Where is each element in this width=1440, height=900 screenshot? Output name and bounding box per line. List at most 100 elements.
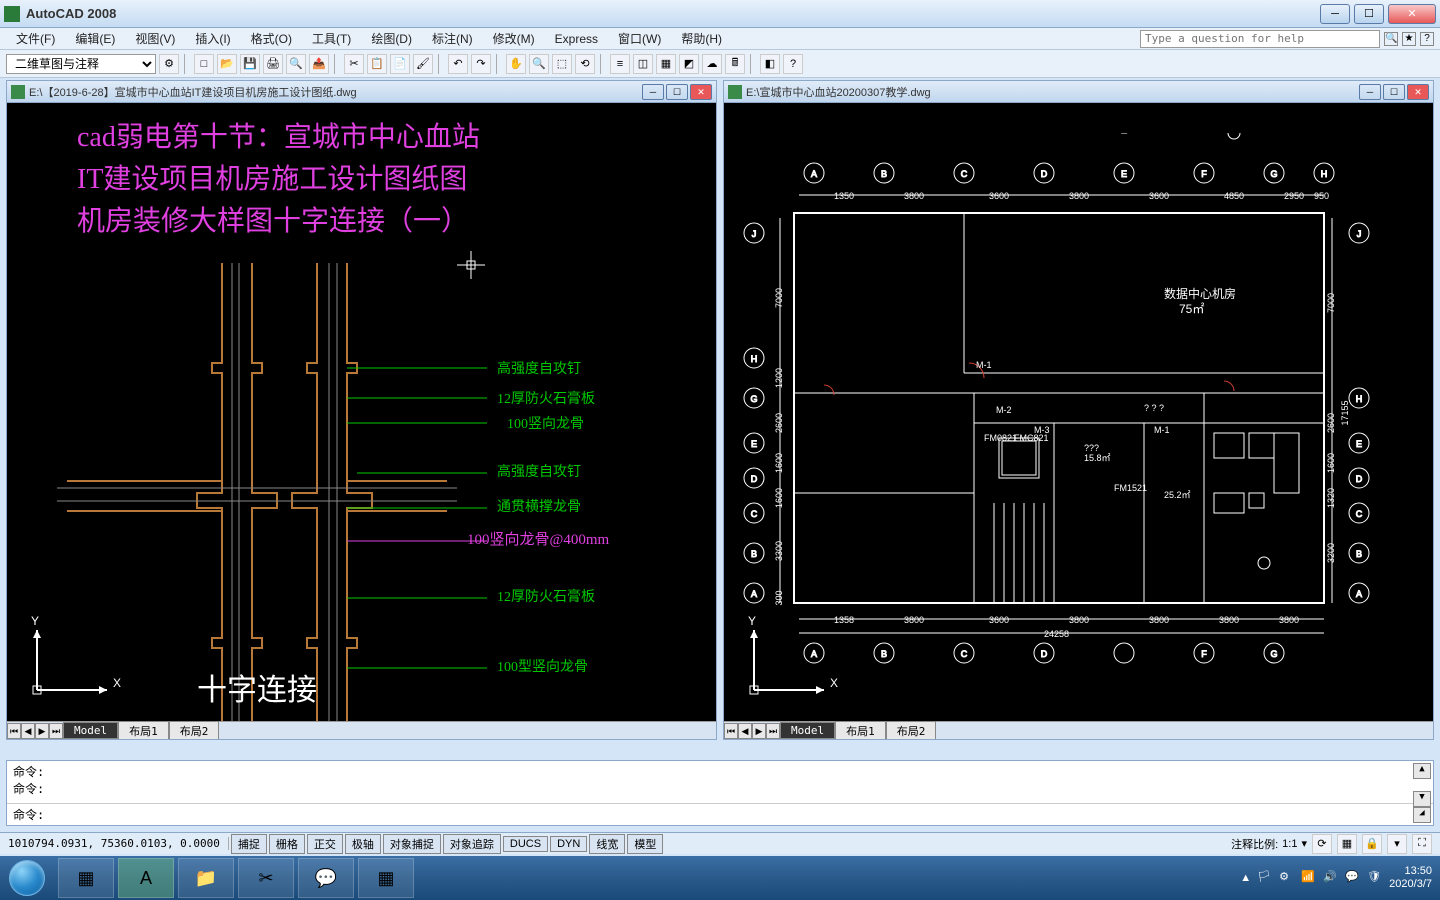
menu-dimension[interactable]: 标注(N): [422, 28, 483, 49]
help-search-icon[interactable]: 🔍: [1384, 32, 1398, 46]
task-autocad-icon[interactable]: A: [118, 858, 174, 898]
tool-properties-icon[interactable]: ≡: [610, 54, 630, 74]
doc2-close-button[interactable]: ✕: [1407, 84, 1429, 100]
doc2-tab-layout1[interactable]: 布局1: [835, 721, 886, 741]
cmd-scroll-down[interactable]: ▼: [1413, 791, 1431, 807]
tray-sound-icon[interactable]: 🔊: [1323, 870, 1339, 886]
cmd-scroll-grip[interactable]: ◢: [1413, 807, 1431, 823]
tab-nav-first[interactable]: ⏮: [7, 723, 21, 739]
workspace-selector[interactable]: 二维草图与注释: [6, 54, 156, 74]
tab-nav-next[interactable]: ▶: [752, 723, 766, 739]
mode-ducs[interactable]: DUCS: [503, 836, 548, 852]
tray-flag-icon[interactable]: 🏳: [1257, 870, 1273, 886]
tool-paste-icon[interactable]: 📄: [390, 54, 410, 74]
task-screenshot-icon[interactable]: ✂: [238, 858, 294, 898]
doc1-maximize-button[interactable]: ☐: [666, 84, 688, 100]
doc2-tab-model[interactable]: Model: [780, 722, 835, 739]
tool-toolpalette-icon[interactable]: ▦: [656, 54, 676, 74]
mode-snap[interactable]: 捕捉: [231, 834, 267, 854]
tray-arrow-icon[interactable]: ▲: [1240, 872, 1251, 884]
doc1-tab-model[interactable]: Model: [63, 722, 118, 739]
mode-osnap[interactable]: 对象捕捉: [383, 834, 441, 854]
tab-nav-next[interactable]: ▶: [35, 723, 49, 739]
doc2-minimize-button[interactable]: ─: [1359, 84, 1381, 100]
window-maximize-button[interactable]: ☐: [1354, 4, 1384, 24]
tool-save-icon[interactable]: 💾: [240, 54, 260, 74]
annoauto-icon[interactable]: ▦: [1337, 834, 1357, 854]
tool-preview-icon[interactable]: 🔍: [286, 54, 306, 74]
mode-ortho[interactable]: 正交: [307, 834, 343, 854]
mode-lwt[interactable]: 线宽: [589, 834, 625, 854]
tool-designcenter-icon[interactable]: ◫: [633, 54, 653, 74]
command-input[interactable]: [44, 806, 1427, 823]
annotation-scale-value[interactable]: 1:1: [1282, 838, 1297, 850]
menu-edit[interactable]: 编辑(E): [65, 28, 125, 49]
coordinates-display[interactable]: 1010794.0931, 75360.0103, 0.0000: [0, 837, 229, 850]
tool-open-icon[interactable]: 📂: [217, 54, 237, 74]
tool-print-icon[interactable]: 🖨: [263, 54, 283, 74]
tool-sheet-icon[interactable]: ◩: [679, 54, 699, 74]
task-folder-icon[interactable]: 📁: [178, 858, 234, 898]
tray-network-icon[interactable]: 📶: [1301, 870, 1317, 886]
window-close-button[interactable]: ✕: [1388, 4, 1436, 24]
tool-zoom-prev-icon[interactable]: ⟲: [575, 54, 595, 74]
doc2-title-bar[interactable]: E:\宣城市中心血站20200307教学.dwg ─ ☐ ✕: [724, 81, 1433, 103]
annoscale-icon[interactable]: ⟳: [1312, 834, 1332, 854]
toolbar-menu-icon[interactable]: ▾: [1387, 834, 1407, 854]
tool-calc-icon[interactable]: 🖩: [725, 54, 745, 74]
tab-nav-last[interactable]: ⏭: [766, 723, 780, 739]
help-star-icon[interactable]: ★: [1402, 32, 1416, 46]
tab-nav-prev[interactable]: ◀: [738, 723, 752, 739]
tab-nav-first[interactable]: ⏮: [724, 723, 738, 739]
workspace-lock-icon[interactable]: 🔒: [1362, 834, 1382, 854]
tray-shield-icon[interactable]: 🛡: [1367, 870, 1383, 886]
tool-zoom-icon[interactable]: 🔍: [529, 54, 549, 74]
tool-undo-icon[interactable]: ↶: [448, 54, 468, 74]
menu-file[interactable]: 文件(F): [6, 28, 65, 49]
tool-redo-icon[interactable]: ↷: [471, 54, 491, 74]
doc2-maximize-button[interactable]: ☐: [1383, 84, 1405, 100]
tool-copy-icon[interactable]: 📋: [367, 54, 387, 74]
menu-format[interactable]: 格式(O): [241, 28, 302, 49]
mode-dyn[interactable]: DYN: [550, 836, 587, 852]
cmd-scroll-up[interactable]: ▲: [1413, 763, 1431, 779]
tool-help2-icon[interactable]: ?: [783, 54, 803, 74]
menu-tools[interactable]: 工具(T): [302, 28, 361, 49]
tool-match-icon[interactable]: 🖌: [413, 54, 433, 74]
tool-zoom-window-icon[interactable]: ⬚: [552, 54, 572, 74]
tool-block-icon[interactable]: ◧: [760, 54, 780, 74]
doc2-tab-layout2[interactable]: 布局2: [886, 721, 937, 741]
menu-draw[interactable]: 绘图(D): [361, 28, 422, 49]
tray-gear-icon[interactable]: ⚙: [1279, 870, 1295, 886]
doc2-viewport[interactable]: A B C D E F G H A B C D E F G: [724, 103, 1433, 721]
menu-view[interactable]: 视图(V): [125, 28, 185, 49]
tool-markup-icon[interactable]: ☁: [702, 54, 722, 74]
doc1-minimize-button[interactable]: ─: [642, 84, 664, 100]
tray-chat-icon[interactable]: 💬: [1345, 870, 1361, 886]
help-help-icon[interactable]: ?: [1420, 32, 1434, 46]
menu-window[interactable]: 窗口(W): [608, 28, 671, 49]
doc1-tab-layout1[interactable]: 布局1: [118, 721, 169, 741]
tool-new-icon[interactable]: □: [194, 54, 214, 74]
window-minimize-button[interactable]: ─: [1320, 4, 1350, 24]
tool-cut-icon[interactable]: ✂: [344, 54, 364, 74]
tool-pan-icon[interactable]: ✋: [506, 54, 526, 74]
menu-express[interactable]: Express: [545, 30, 608, 48]
tab-nav-last[interactable]: ⏭: [49, 723, 63, 739]
mode-polar[interactable]: 极轴: [345, 834, 381, 854]
doc1-close-button[interactable]: ✕: [690, 84, 712, 100]
doc1-viewport[interactable]: cad弱电第十节：宣城市中心血站 IT建设项目机房施工设计图纸图 机房装修大样图…: [7, 103, 716, 721]
menu-insert[interactable]: 插入(I): [185, 28, 240, 49]
task-browser-icon[interactable]: ▦: [358, 858, 414, 898]
help-search-input[interactable]: [1140, 30, 1380, 48]
mode-otrack[interactable]: 对象追踪: [443, 834, 501, 854]
mode-grid[interactable]: 栅格: [269, 834, 305, 854]
start-button[interactable]: [0, 856, 54, 900]
menu-help[interactable]: 帮助(H): [671, 28, 732, 49]
doc1-title-bar[interactable]: E:\【2019-6-28】宣城市中心血站IT建设项目机房施工设计图纸.dwg …: [7, 81, 716, 103]
tab-nav-prev[interactable]: ◀: [21, 723, 35, 739]
task-explorer-icon[interactable]: ▦: [58, 858, 114, 898]
tool-gear-icon[interactable]: ⚙: [159, 54, 179, 74]
doc1-tab-layout2[interactable]: 布局2: [169, 721, 220, 741]
menu-modify[interactable]: 修改(M): [483, 28, 545, 49]
